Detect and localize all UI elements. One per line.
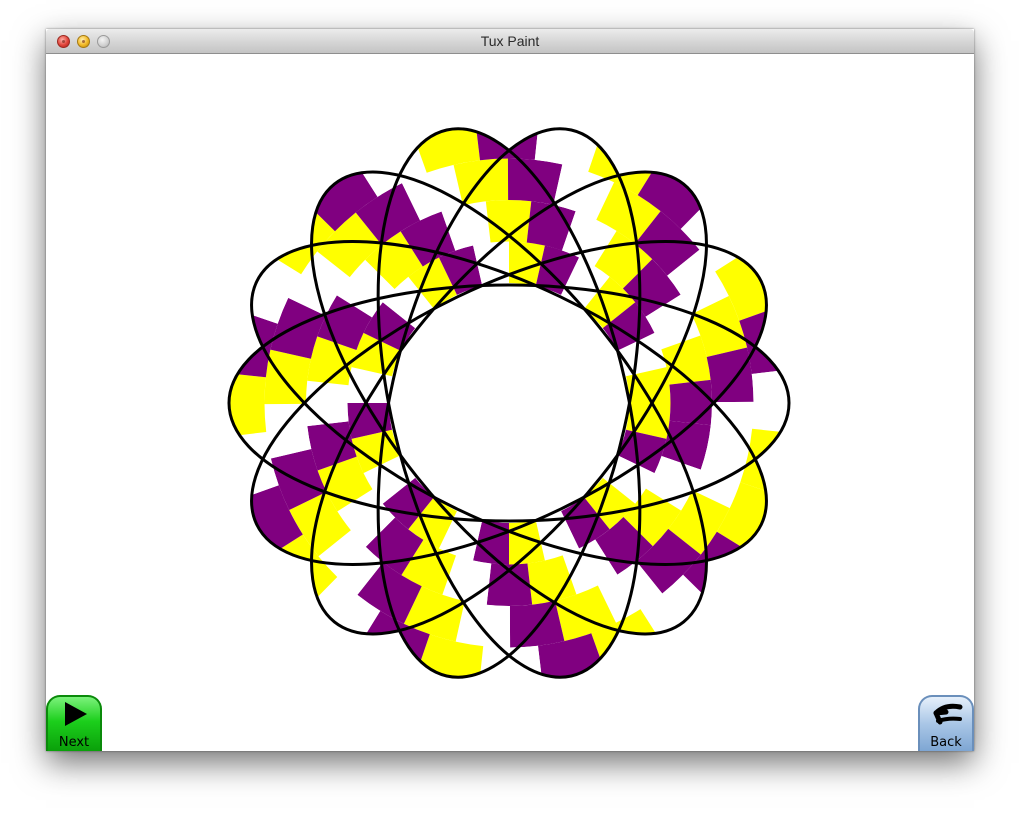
back-button[interactable]: Back bbox=[918, 695, 974, 751]
next-button[interactable]: Next bbox=[46, 695, 102, 751]
colored-fill-regions bbox=[223, 117, 796, 689]
fill-region bbox=[706, 347, 754, 403]
fill-region bbox=[669, 379, 712, 426]
title-bar[interactable]: Tux Paint bbox=[46, 29, 974, 54]
fill-region bbox=[306, 380, 349, 427]
fill-region bbox=[507, 158, 563, 205]
fill-region bbox=[264, 349, 311, 405]
back-button-label: Back bbox=[930, 735, 962, 750]
fill-region bbox=[455, 601, 511, 648]
fill-region bbox=[509, 600, 565, 648]
fill-region bbox=[707, 401, 754, 457]
fill-region bbox=[264, 403, 312, 459]
spirograph-artwork bbox=[223, 117, 796, 689]
back-arrow-icon bbox=[933, 703, 963, 725]
fill-region bbox=[453, 158, 509, 206]
window-title: Tux Paint bbox=[480, 33, 540, 49]
drawing-canvas[interactable]: Next Back bbox=[46, 54, 974, 751]
play-triangle-icon bbox=[65, 702, 87, 726]
next-button-label: Next bbox=[58, 735, 90, 750]
app-window: Tux Paint Next Back bbox=[46, 29, 974, 751]
